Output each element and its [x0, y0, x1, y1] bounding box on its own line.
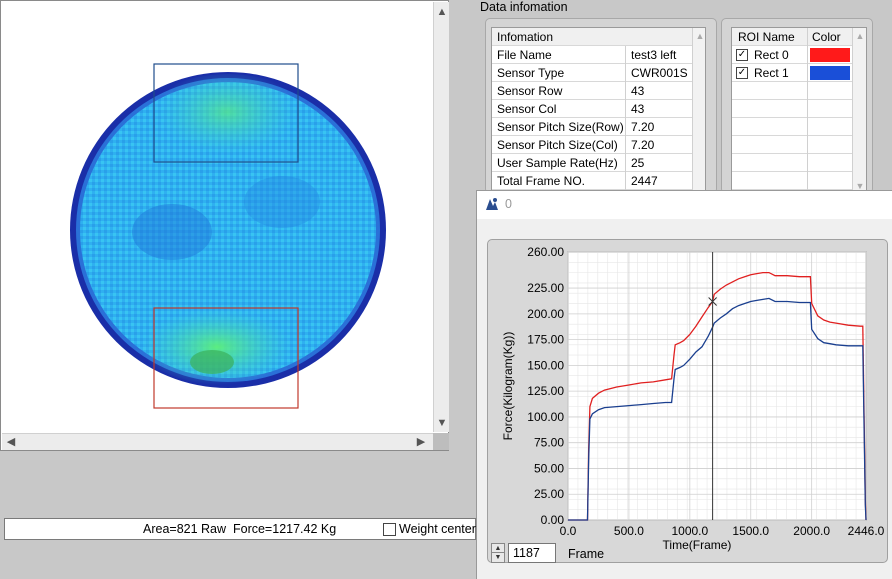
weight-center-checkbox[interactable] — [383, 523, 396, 536]
scroll-left-icon[interactable]: ◀ — [4, 435, 18, 449]
window-titlebar[interactable]: 0 — [477, 191, 892, 219]
info-row[interactable]: Sensor Type CWR001S — [492, 64, 692, 82]
roi-name: Rect 1 — [754, 66, 789, 80]
y-tick-label: 100.00 — [527, 410, 564, 424]
pressure-map-view[interactable] — [2, 2, 432, 432]
x-tick-label: 1500.0 — [732, 524, 769, 538]
spin-down-icon[interactable]: ▼ — [492, 553, 504, 562]
roi-name-header: ROI Name — [732, 28, 808, 46]
pressure-map — [70, 63, 386, 409]
info-value: 7.20 — [631, 120, 655, 134]
info-key: Sensor Pitch Size(Col) — [492, 136, 626, 154]
x-tick-label: 1000.0 — [671, 524, 708, 538]
y-tick-label: 75.00 — [534, 436, 564, 450]
y-tick-label: 125.00 — [527, 384, 564, 398]
data-info-group-title: Data infomation — [480, 0, 568, 14]
info-value: 7.20 — [631, 138, 655, 152]
roi-table[interactable]: ROI Name Color ✓ Rect 0 ✓ Rect 1 ▲ ▼ — [731, 27, 867, 194]
y-tick-label: 260.00 — [527, 245, 564, 259]
y-tick-label: 150.00 — [527, 358, 564, 372]
vertical-scrollbar[interactable]: ▲ ▼ — [433, 2, 449, 432]
info-key: User Sample Rate(Hz) — [492, 154, 626, 172]
y-axis-label: Force(Kilogram(Kg)) — [501, 332, 515, 441]
info-table[interactable]: Infomation File Name test3 left Sensor Typ… — [491, 27, 706, 194]
info-row[interactable]: Sensor Row 43 — [492, 82, 692, 100]
info-row[interactable]: Sensor Pitch Size(Row) 7.20 — [492, 118, 692, 136]
roi-checkbox[interactable]: ✓ — [736, 67, 748, 79]
roi-empty-row — [732, 118, 852, 136]
y-tick-label: 225.00 — [527, 281, 564, 295]
roi-row[interactable]: ✓ Rect 1 — [732, 64, 852, 82]
info-key: Sensor Type — [492, 64, 626, 82]
roi-checkbox[interactable]: ✓ — [736, 49, 748, 61]
info-key: Sensor Row — [492, 82, 626, 100]
info-row[interactable]: Sensor Pitch Size(Col) 7.20 — [492, 136, 692, 154]
info-row[interactable]: Sensor Col 43 — [492, 100, 692, 118]
info-value: 43 — [631, 84, 645, 98]
roi-color-header: Color — [812, 30, 841, 44]
spin-up-icon[interactable]: ▲ — [492, 544, 504, 553]
y-tick-label: 175.00 — [527, 333, 564, 347]
x-tick-label: 2446.0 — [848, 524, 885, 538]
roi-row[interactable]: ✓ Rect 0 — [732, 46, 852, 64]
scroll-right-icon[interactable]: ▶ — [414, 435, 428, 449]
x-tick-label: 2000.0 — [793, 524, 830, 538]
weight-center-label: Weight center — [399, 522, 476, 536]
frame-spinner[interactable]: ▲ ▼ — [491, 543, 505, 563]
roi-table-scrollbar[interactable]: ▲ ▼ — [852, 28, 866, 193]
info-row[interactable]: Total Frame NO. 2447 — [492, 172, 692, 190]
roi-empty-row — [732, 82, 852, 100]
roi-color-swatch[interactable] — [810, 66, 850, 80]
roi-name: Rect 0 — [754, 48, 789, 62]
roi-color-swatch[interactable] — [810, 48, 850, 62]
chart-frame: 0.00 25.00 50.00 75.00 100.00 125.00 150.00 175… — [487, 239, 888, 563]
info-table-scrollbar[interactable]: ▲ — [692, 28, 705, 193]
pressure-image-panel: ▲ ▼ ◀ ▶ — [0, 0, 449, 451]
roi-empty-row — [732, 100, 852, 118]
scroll-corner — [433, 433, 449, 450]
scroll-down-icon[interactable]: ▼ — [435, 416, 449, 430]
status-bar: Area=821 Raw Force=1217.42 Kg Weight cen… — [4, 518, 476, 540]
y-tick-label: 25.00 — [534, 487, 564, 501]
scroll-up-icon[interactable]: ▲ — [693, 29, 705, 43]
force-time-chart[interactable]: 0.0025.0050.0075.00100.00125.00150.00175… — [488, 240, 889, 564]
frame-input[interactable] — [508, 543, 556, 563]
x-tick-label: 0.0 — [560, 524, 577, 538]
info-value: test3 left — [631, 48, 677, 62]
horizontal-scrollbar[interactable]: ◀ ▶ — [2, 433, 433, 450]
chart-window: 0 0.00 25.00 50.00 75.00 100.00 125.00 150.00 1… — [476, 190, 892, 579]
frame-label: Frame — [568, 547, 605, 561]
roi-table-header: ROI Name Color — [732, 28, 852, 46]
roi-empty-row — [732, 154, 852, 172]
y-tick-label: 200.00 — [527, 307, 564, 321]
scroll-up-icon[interactable]: ▲ — [853, 29, 866, 43]
info-value: 25 — [631, 156, 645, 170]
x-tick-label: 500.0 — [614, 524, 644, 538]
info-key: Sensor Pitch Size(Row) — [492, 118, 626, 136]
roi-empty-row — [732, 136, 852, 154]
info-row[interactable]: File Name test3 left — [492, 46, 692, 64]
info-value: 2447 — [631, 174, 658, 188]
roi-empty-row — [732, 172, 852, 190]
info-row[interactable]: User Sample Rate(Hz) 25 — [492, 154, 692, 172]
app-icon — [486, 198, 498, 210]
window-title: 0 — [505, 197, 512, 211]
scroll-up-icon[interactable]: ▲ — [435, 5, 449, 19]
info-key: Total Frame NO. — [492, 172, 626, 190]
y-tick-label: 50.00 — [534, 461, 564, 475]
info-table-header: Infomation — [492, 28, 692, 46]
info-header-label: Infomation — [497, 30, 554, 44]
info-value: 43 — [631, 102, 645, 116]
x-axis-label: Time(Frame) — [663, 538, 732, 552]
info-key: Sensor Col — [492, 100, 626, 118]
area-force-readout: Area=821 Raw Force=1217.42 Kg — [143, 522, 337, 536]
info-key: File Name — [492, 46, 626, 64]
info-value: CWR001S — [631, 66, 688, 80]
